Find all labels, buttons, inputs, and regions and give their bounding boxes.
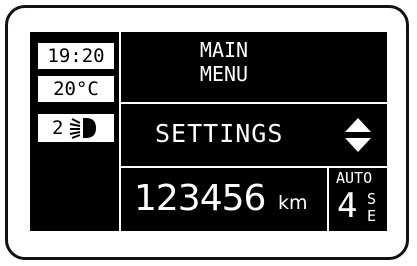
menu-item-settings[interactable]: SETTINGS xyxy=(121,104,387,166)
menu-title-line2: MENU xyxy=(199,62,249,86)
headlight-level-text: 2 xyxy=(52,117,64,139)
temperature-text: 20°C xyxy=(53,78,99,100)
time-display: 19:20 xyxy=(38,43,114,69)
instrument-display: 19:20 20°C 2 MAIN MENU SETTINGS 123456 k… xyxy=(30,32,387,231)
gear-number: 4 xyxy=(337,186,358,226)
odometer-display: 123456 km xyxy=(121,168,327,231)
gear-eco-letter: E xyxy=(367,207,377,225)
odometer-unit: km xyxy=(278,192,308,214)
gearbox-display: AUTO 4 S E xyxy=(329,168,387,231)
temperature-display: 20°C xyxy=(38,76,114,102)
time-text: 19:20 xyxy=(47,45,105,67)
up-down-arrows-icon[interactable] xyxy=(345,118,371,152)
gearbox-mode: AUTO xyxy=(336,169,373,187)
menu-title: MAIN MENU xyxy=(121,38,327,100)
menu-item-label: SETTINGS xyxy=(155,119,284,148)
gear-sport-letter: S xyxy=(367,190,377,208)
headlight-level-display: 2 xyxy=(38,114,114,142)
headlight-beam-icon xyxy=(70,118,97,139)
menu-title-line1: MAIN xyxy=(199,38,249,62)
odometer-value: 123456 xyxy=(134,178,266,219)
